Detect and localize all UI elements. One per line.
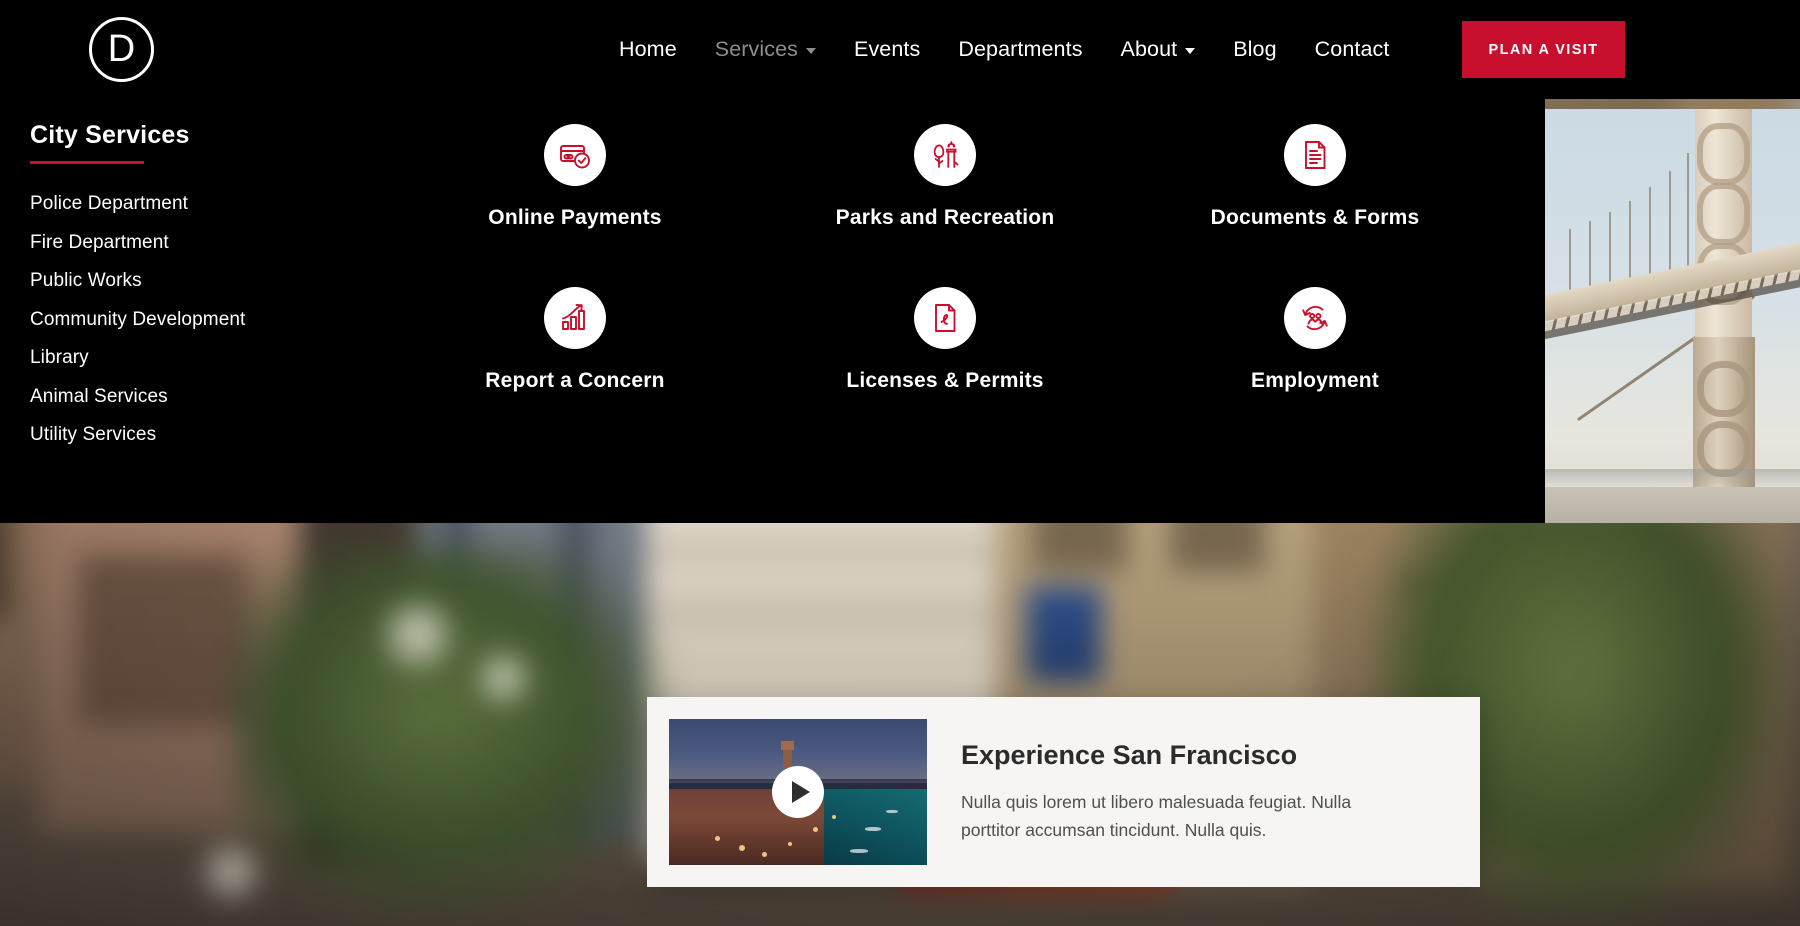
service-tile-licenses-and-permits[interactable]: Licenses & Permits — [760, 287, 1130, 450]
document-signature-icon — [914, 287, 976, 349]
mega-link-animal-services[interactable]: Animal Services — [30, 386, 360, 408]
nav-item-home[interactable]: Home — [600, 37, 696, 62]
nav-item-events[interactable]: Events — [835, 37, 939, 62]
service-tile-label: Documents & Forms — [1210, 206, 1420, 229]
bar-chart-arrow-icon — [544, 287, 606, 349]
nav-label: Contact — [1314, 37, 1390, 61]
nav-label: Services — [714, 37, 799, 61]
services-mega-menu: City Services Police Department Fire Dep… — [0, 99, 1545, 523]
nav-label: Departments — [958, 37, 1083, 61]
service-tile-parks-and-recreation[interactable]: Parks and Recreation — [760, 124, 1130, 287]
service-tile-online-payments[interactable]: Online Payments — [390, 124, 760, 287]
service-tile-label: Employment — [1250, 369, 1380, 392]
nav-item-blog[interactable]: Blog — [1214, 37, 1295, 62]
service-tile-label: Report a Concern — [485, 369, 665, 392]
nav-item-departments[interactable]: Departments — [939, 37, 1101, 62]
nav-label: Events — [854, 37, 921, 61]
city-services-link-list: Police Department Fire Department Public… — [30, 193, 360, 446]
play-triangle-icon — [791, 781, 810, 803]
page-root: D Home Services Events Departments About… — [0, 0, 1800, 926]
nav-label: Home — [619, 37, 677, 61]
park-trees-icon — [914, 124, 976, 186]
mega-link-police-department[interactable]: Police Department — [30, 193, 360, 215]
nav-item-about[interactable]: About — [1102, 37, 1215, 62]
plan-a-visit-button[interactable]: PLAN A VISIT — [1462, 21, 1625, 78]
experience-video-card: Experience San Francisco Nulla quis lore… — [647, 697, 1480, 887]
service-tile-grid: Online Payments Parks and Recreation Doc… — [390, 124, 1500, 450]
nav-item-services[interactable]: Services — [696, 37, 835, 62]
service-tile-label: Parks and Recreation — [835, 206, 1055, 229]
service-tile-employment[interactable]: Employment — [1130, 287, 1500, 450]
service-tile-documents-and-forms[interactable]: Documents & Forms — [1130, 124, 1500, 287]
mega-link-community-development[interactable]: Community Development — [30, 309, 360, 331]
divi-circle-d-logo[interactable]: D — [89, 17, 154, 82]
nav-label: Blog — [1233, 37, 1277, 61]
video-card-description: Nulla quis lorem ut libero malesuada feu… — [961, 791, 1352, 840]
credit-card-check-icon — [544, 124, 606, 186]
primary-navigation: Home Services Events Departments About B… — [600, 0, 1408, 99]
service-tile-label: Licenses & Permits — [846, 369, 1044, 392]
site-header: D Home Services Events Departments About… — [0, 0, 1800, 99]
mega-menu-left-column: City Services Police Department Fire Dep… — [30, 121, 360, 446]
bay-bridge-photo — [1545, 109, 1800, 523]
people-cycle-icon — [1284, 287, 1346, 349]
nav-label: About — [1120, 37, 1178, 61]
mega-link-public-works[interactable]: Public Works — [30, 270, 360, 292]
video-card-title: Experience San Francisco — [961, 739, 1298, 770]
chevron-down-icon — [1185, 48, 1196, 54]
mega-link-fire-department[interactable]: Fire Department — [30, 232, 360, 254]
video-thumbnail[interactable] — [669, 719, 927, 865]
service-tile-report-a-concern[interactable]: Report a Concern — [390, 287, 760, 450]
mega-link-utility-services[interactable]: Utility Services — [30, 424, 360, 446]
video-card-text: Experience San Francisco Nulla quis lore… — [961, 740, 1401, 845]
mega-menu-heading: City Services — [30, 121, 190, 149]
mega-link-library[interactable]: Library — [30, 347, 360, 369]
document-lines-icon — [1284, 124, 1346, 186]
nav-item-contact[interactable]: Contact — [1296, 37, 1409, 62]
heading-accent-rule — [30, 161, 144, 164]
chevron-down-icon — [806, 48, 817, 54]
play-button[interactable] — [772, 766, 824, 818]
service-tile-label: Online Payments — [488, 206, 662, 229]
